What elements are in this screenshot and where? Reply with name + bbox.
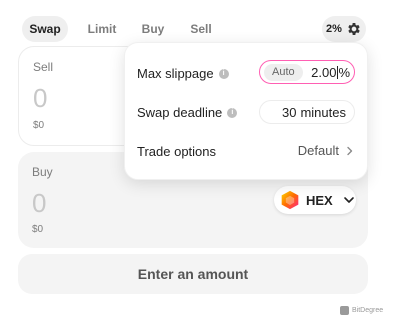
sell-amount-input[interactable]: 0 xyxy=(33,83,47,114)
tab-sell[interactable]: Sell xyxy=(186,16,216,42)
slippage-input[interactable]: Auto 2.00% xyxy=(259,60,355,84)
tab-swap[interactable]: Swap xyxy=(22,16,68,42)
gear-icon xyxy=(348,23,360,35)
watermark: BitDegree xyxy=(340,306,383,315)
enter-amount-button[interactable]: Enter an amount xyxy=(18,254,368,294)
watermark-text: BitDegree xyxy=(352,307,384,314)
deadline-unit: minutes xyxy=(300,104,346,120)
trade-options-default: Default xyxy=(297,143,339,158)
info-icon[interactable]: i xyxy=(218,68,229,79)
buy-label: Buy xyxy=(32,165,53,179)
swap-deadline-label: Swap deadline xyxy=(137,105,223,120)
buy-usd-value: $0 xyxy=(32,224,44,235)
max-slippage-row: Max slippage i xyxy=(137,66,229,81)
token-select-button[interactable]: HEX xyxy=(274,186,356,214)
tab-limit[interactable]: Limit xyxy=(84,16,120,42)
slippage-number: 2.00 xyxy=(311,64,337,80)
chevron-down-icon xyxy=(343,197,354,203)
sell-usd-value: $0 xyxy=(33,120,45,131)
slippage-unit: % xyxy=(338,64,350,80)
token-name: HEX xyxy=(306,192,333,208)
tab-buy[interactable]: Buy xyxy=(138,16,168,42)
trade-options-value[interactable]: Default xyxy=(298,143,355,158)
slippage-value: 2.00% xyxy=(311,65,350,80)
trade-options-row[interactable]: Trade options xyxy=(137,144,216,159)
slippage-badge: 2% xyxy=(326,23,342,35)
trade-options-label: Trade options xyxy=(137,144,217,159)
deadline-value: 30 xyxy=(282,104,297,120)
settings-dropdown: Max slippage i Auto 2.00% Swap deadline … xyxy=(124,42,368,180)
settings-button[interactable]: 2% xyxy=(322,16,366,42)
buy-amount-input[interactable]: 0 xyxy=(32,188,46,219)
sell-label: Sell xyxy=(33,60,54,74)
auto-slippage-button[interactable]: Auto xyxy=(264,63,303,81)
info-icon[interactable]: i xyxy=(227,107,238,118)
swap-deadline-input[interactable]: 30 minutes xyxy=(259,100,355,124)
chevron-right-icon xyxy=(347,146,353,155)
hex-logo-icon xyxy=(281,190,299,210)
swap-deadline-row: Swap deadline i xyxy=(137,105,238,120)
watermark-logo-icon xyxy=(340,306,349,315)
max-slippage-label: Max slippage xyxy=(137,66,214,81)
